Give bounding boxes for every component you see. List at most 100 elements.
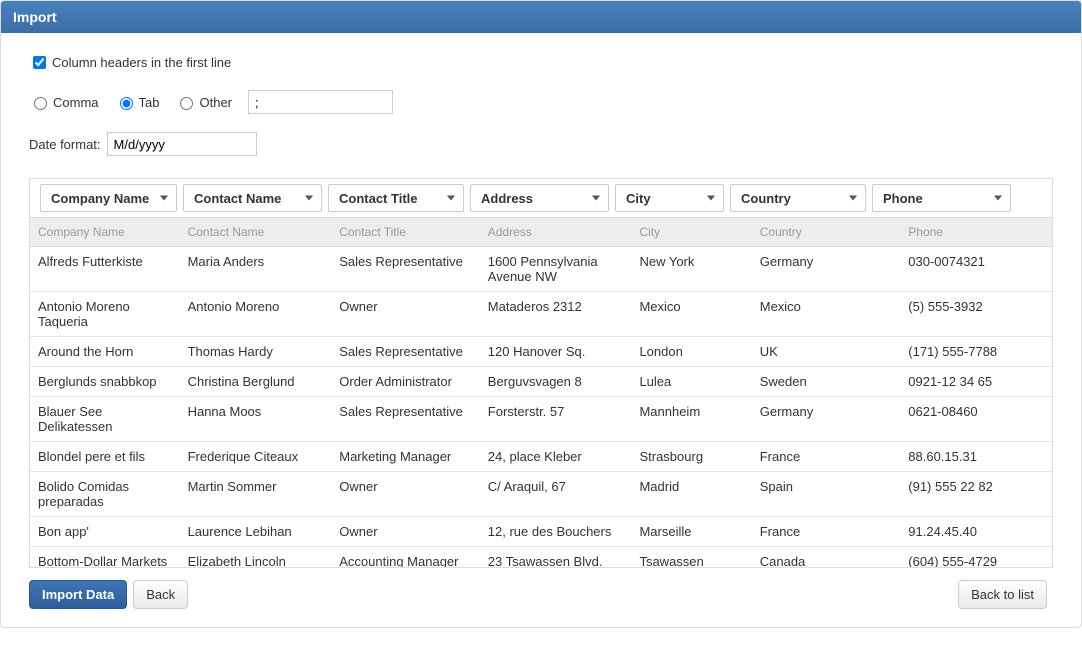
cell-city: Madrid [631,472,751,517]
chevron-down-icon [447,196,455,201]
map-select-label: Address [481,191,533,206]
mapping-row: Company Name Contact Name Contact Title Add… [30,179,1052,217]
map-select-country[interactable]: Country [730,184,866,212]
cell-phone: 91.24.45.40 [900,517,1052,547]
preview-grid: Company NameContact NameContact TitleAdd… [29,178,1053,568]
cell-phone: (5) 555-3932 [900,292,1052,337]
delimiter-other-input[interactable] [248,90,393,114]
chevron-down-icon [707,196,715,201]
map-cell-phone: Phone [872,184,1017,212]
map-select-city[interactable]: City [615,184,724,212]
column-header-address: Address [480,218,632,247]
data-table: Company NameContact NameContact TitleAdd… [30,218,1052,567]
delimiter-tab-text: Tab [139,95,160,110]
cell-contact: Christina Berglund [180,367,332,397]
date-format-input[interactable] [107,132,257,156]
headers-checkbox-label[interactable]: Column headers in the first line [29,53,231,72]
delimiter-comma-label[interactable]: Comma [29,94,99,110]
cell-address: 23 Tsawassen Blvd. [480,547,632,568]
map-select-label: Phone [883,191,923,206]
cell-company: Bottom-Dollar Markets [30,547,180,568]
headers-row: Column headers in the first line [29,53,1053,72]
table-row: Antonio Moreno TaqueriaAntonio MorenoOwn… [30,292,1052,337]
cell-city: New York [631,247,751,292]
cell-contact: Hanna Moos [180,397,332,442]
delimiter-comma-radio[interactable] [34,97,47,110]
map-select-label: Contact Title [339,191,418,206]
cell-address: 24, place Kleber [480,442,632,472]
grid-scroll-area[interactable]: Company NameContact NameContact TitleAdd… [30,217,1052,567]
map-select-contact[interactable]: Contact Name [183,184,322,212]
cell-country: Mexico [752,292,901,337]
delimiter-other-text: Other [199,95,232,110]
cell-address: Mataderos 2312 [480,292,632,337]
cell-company: Blauer See Delikatessen [30,397,180,442]
map-select-phone[interactable]: Phone [872,184,1011,212]
cell-phone: 030-0074321 [900,247,1052,292]
cell-phone: (604) 555-4729 [900,547,1052,568]
map-select-company[interactable]: Company Name [40,184,177,212]
cell-address: Berguvsvagen 8 [480,367,632,397]
date-format-label: Date format: [29,137,101,152]
cell-company: Bon app' [30,517,180,547]
column-header-city: City [631,218,751,247]
cell-title: Sales Representative [331,247,480,292]
headers-checkbox[interactable] [33,56,46,69]
map-select-label: Contact Name [194,191,281,206]
import-data-button[interactable]: Import Data [29,580,127,609]
cell-country: France [752,517,901,547]
cell-contact: Antonio Moreno [180,292,332,337]
column-header-contact: Contact Name [180,218,332,247]
chevron-down-icon [160,196,168,201]
button-row: Import Data Back Back to list [29,580,1053,609]
cell-city: Marseille [631,517,751,547]
map-select-label: Company Name [51,191,149,206]
panel-body: Column headers in the first line Comma T… [1,33,1081,627]
cell-contact: Laurence Lebihan [180,517,332,547]
cell-country: Sweden [752,367,901,397]
cell-title: Sales Representative [331,397,480,442]
delimiter-tab-label[interactable]: Tab [115,94,160,110]
delimiter-other-radio[interactable] [180,97,193,110]
back-button[interactable]: Back [133,580,188,609]
cell-contact: Frederique Citeaux [180,442,332,472]
map-cell-company: Company Name [40,184,183,212]
delimiter-comma-text: Comma [53,95,99,110]
chevron-down-icon [849,196,857,201]
headers-checkbox-text: Column headers in the first line [52,55,231,70]
cell-company: Berglunds snabbkop [30,367,180,397]
cell-phone: 88.60.15.31 [900,442,1052,472]
back-to-list-button[interactable]: Back to list [958,580,1047,609]
cell-title: Owner [331,292,480,337]
cell-country: France [752,442,901,472]
cell-address: C/ Araquil, 67 [480,472,632,517]
column-header-company: Company Name [30,218,180,247]
delimiter-row: Comma Tab Other [29,90,1053,114]
cell-title: Owner [331,472,480,517]
map-select-label: Country [741,191,791,206]
cell-contact: Maria Anders [180,247,332,292]
map-select-address[interactable]: Address [470,184,609,212]
cell-title: Owner [331,517,480,547]
map-select-label: City [626,191,651,206]
cell-title: Accounting Manager [331,547,480,568]
cell-address: 12, rue des Bouchers [480,517,632,547]
cell-title: Order Administrator [331,367,480,397]
cell-contact: Elizabeth Lincoln [180,547,332,568]
cell-city: Tsawassen [631,547,751,568]
header-row: Company NameContact NameContact TitleAdd… [30,218,1052,247]
cell-contact: Martin Sommer [180,472,332,517]
delimiter-other-label[interactable]: Other [175,94,232,110]
cell-city: Mexico [631,292,751,337]
cell-city: Lulea [631,367,751,397]
cell-city: London [631,337,751,367]
cell-address: 1600 Pennsylvania Avenue NW [480,247,632,292]
panel-title: Import [1,1,1081,33]
cell-company: Blondel pere et fils [30,442,180,472]
map-select-title[interactable]: Contact Title [328,184,464,212]
cell-country: Canada [752,547,901,568]
cell-address: Forsterstr. 57 [480,397,632,442]
delimiter-tab-radio[interactable] [120,97,133,110]
column-header-country: Country [752,218,901,247]
table-row: Blauer See DelikatessenHanna MoosSales R… [30,397,1052,442]
